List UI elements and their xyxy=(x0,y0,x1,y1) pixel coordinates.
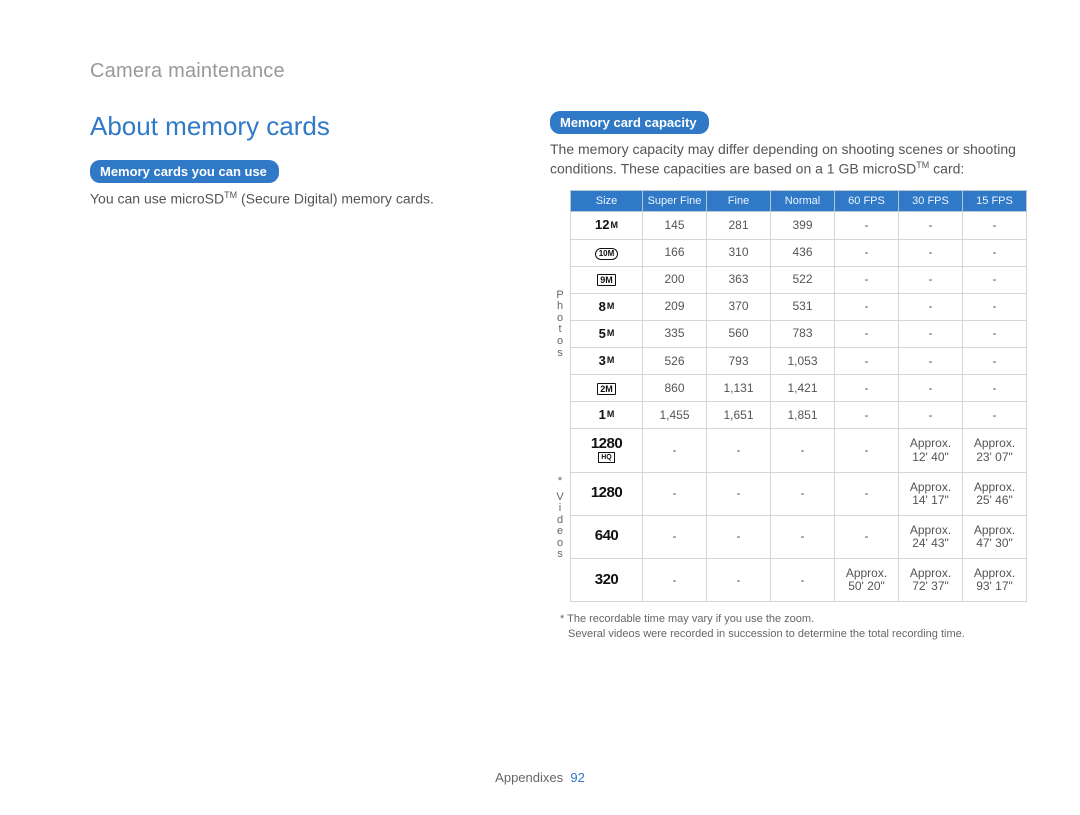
size-badge: 9M xyxy=(597,274,616,286)
res-badge: 640 xyxy=(595,530,619,543)
footer-section: Appendixes xyxy=(495,770,563,785)
right-body-suffix: card: xyxy=(929,161,964,177)
pill-memory-cards-you-can-use: Memory cards you can use xyxy=(90,160,279,183)
left-body-prefix: You can use microSD xyxy=(90,191,224,207)
th-30fps: 30 FPS xyxy=(899,191,963,212)
table-row: 640----Approx. 24' 43"Approx. 47' 30" xyxy=(571,515,1027,558)
table-row: 10M166310436--- xyxy=(571,239,1027,266)
th-15fps: 15 FPS xyxy=(963,191,1027,212)
table-notes: * The recordable time may vary if you us… xyxy=(550,612,1050,641)
th-super-fine: Super Fine xyxy=(643,191,707,212)
right-body: The memory capacity may differ depending… xyxy=(550,140,1050,178)
res-badge: 1280 xyxy=(591,487,622,500)
table-row: 1280----Approx. 14' 17"Approx. 25' 46" xyxy=(571,472,1027,515)
table-row: 2M8601,1311,421--- xyxy=(571,375,1027,402)
size-badge: 5M xyxy=(599,327,615,341)
size-badge: 3M xyxy=(599,354,615,368)
page-footer: Appendixes 92 xyxy=(0,770,1080,785)
size-badge: 2M xyxy=(597,383,616,395)
table-row: 320---Approx. 50' 20"Approx. 72' 37"Appr… xyxy=(571,559,1027,602)
th-normal: Normal xyxy=(771,191,835,212)
th-size: Size xyxy=(571,191,643,212)
side-label-photos: Photos xyxy=(550,214,570,434)
side-label-videos: *Videos xyxy=(550,434,570,602)
footer-page: 92 xyxy=(570,770,584,785)
breadcrumb: Camera maintenance xyxy=(90,60,1000,83)
capacity-table: Size Super Fine Fine Normal 60 FPS 30 FP… xyxy=(570,190,1027,602)
th-fine: Fine xyxy=(707,191,771,212)
res-badge: 1280HQ xyxy=(591,438,622,463)
table-row: 9M200363522--- xyxy=(571,266,1027,293)
size-badge: 8M xyxy=(599,300,615,314)
size-badge: 1M xyxy=(599,408,615,422)
res-badge: 320 xyxy=(595,574,619,587)
table-row: 12M145281399--- xyxy=(571,212,1027,239)
tm-mark: TM xyxy=(224,190,237,200)
table-row: 5M335560783--- xyxy=(571,320,1027,347)
table-row: 8M209370531--- xyxy=(571,293,1027,320)
pill-memory-card-capacity: Memory card capacity xyxy=(550,111,709,134)
left-body-suffix: (Secure Digital) memory cards. xyxy=(237,191,434,207)
note-1: * The recordable time may vary if you us… xyxy=(560,612,1050,626)
note-2: Several videos were recorded in successi… xyxy=(560,627,1050,641)
table-row: 3M5267931,053--- xyxy=(571,348,1027,375)
size-badge: 12M xyxy=(595,218,618,232)
tm-mark: TM xyxy=(916,160,929,170)
section-heading: About memory cards xyxy=(90,111,510,142)
table-row: 1280HQ----Approx. 12' 40"Approx. 23' 07" xyxy=(571,429,1027,472)
table-row: 1M1,4551,6511,851--- xyxy=(571,402,1027,429)
table-header-row: Size Super Fine Fine Normal 60 FPS 30 FP… xyxy=(571,191,1027,212)
th-60fps: 60 FPS xyxy=(835,191,899,212)
left-body: You can use microSDTM (Secure Digital) m… xyxy=(90,189,510,209)
size-badge: 10M xyxy=(595,248,619,260)
